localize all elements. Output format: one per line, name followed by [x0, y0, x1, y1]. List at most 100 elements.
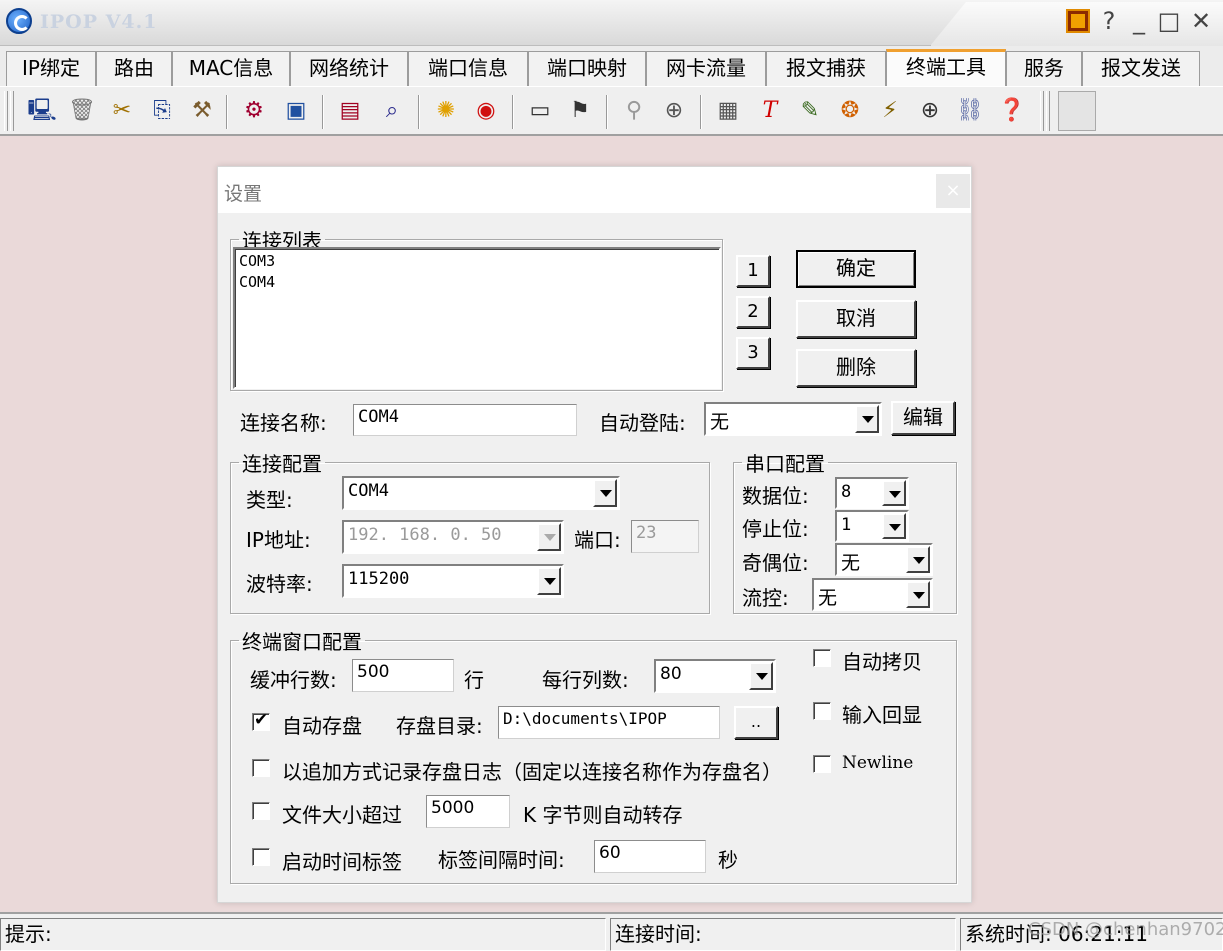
- toolbar-extra-slot[interactable]: [1058, 91, 1096, 131]
- cut-icon[interactable]: ✂: [106, 94, 138, 128]
- connection-list[interactable]: COM3 COM4: [233, 247, 721, 389]
- screen-icon[interactable]: ▣: [280, 94, 312, 128]
- edit-button[interactable]: 编辑: [891, 401, 955, 435]
- chevron-down-icon[interactable]: [537, 567, 561, 595]
- tab-port-info[interactable]: 端口信息: [408, 51, 528, 86]
- chevron-down-icon[interactable]: [882, 480, 906, 506]
- newline-label[interactable]: Newline: [842, 753, 913, 773]
- tab-packet-send[interactable]: 报文发送: [1082, 51, 1200, 86]
- list-item[interactable]: COM4: [239, 273, 275, 291]
- stamp-icon[interactable]: ❂: [834, 94, 866, 128]
- toolbar-grip[interactable]: [4, 91, 8, 131]
- chevron-down-icon[interactable]: [537, 523, 561, 551]
- auto-save-checkbox[interactable]: [252, 710, 270, 731]
- toolbar-grip[interactable]: [10, 91, 14, 131]
- chevron-down-icon[interactable]: [882, 513, 906, 539]
- tab-net-stats[interactable]: 网络统计: [290, 51, 408, 86]
- tab-nic-traffic[interactable]: 网卡流量: [646, 51, 766, 86]
- chevron-down-icon[interactable]: [906, 581, 930, 608]
- save-dir-field[interactable]: D:\documents\IPOP: [498, 706, 720, 739]
- text-tool-icon[interactable]: T: [754, 94, 786, 128]
- buffer-lines-field[interactable]: 500: [352, 659, 454, 692]
- auto-save-label[interactable]: 自动存盘: [282, 710, 362, 739]
- append-log-checkbox[interactable]: [252, 759, 270, 777]
- find-icon[interactable]: ⚙: [238, 94, 270, 128]
- slot-3-button[interactable]: 3: [736, 337, 770, 369]
- tab-ip-binding[interactable]: IP绑定: [6, 51, 96, 86]
- timestamp-checkbox[interactable]: [252, 848, 270, 866]
- help-balloon-icon[interactable]: ❓: [996, 94, 1028, 128]
- chevron-down-icon[interactable]: [855, 405, 879, 433]
- port-field[interactable]: 23: [631, 520, 699, 553]
- slot-2-button[interactable]: 2: [736, 296, 770, 328]
- chevron-down-icon[interactable]: [593, 479, 617, 507]
- zoom-icon[interactable]: ⚲: [618, 94, 650, 128]
- auto-login-select[interactable]: 无: [704, 402, 882, 436]
- new-session-icon[interactable]: 🖳: [26, 94, 58, 128]
- data-bits-value: 8: [841, 482, 852, 502]
- app-menu-icon[interactable]: [1066, 9, 1090, 33]
- dialog-close-button[interactable]: ×: [936, 174, 970, 208]
- zoom-in-icon[interactable]: ⊕: [914, 94, 946, 128]
- append-log-label[interactable]: 以追加方式记录存盘日志（固定以连接名称作为存盘名）: [282, 756, 782, 785]
- file-size-label[interactable]: 文件大小超过: [282, 799, 402, 828]
- terminal-icon[interactable]: ▭: [524, 94, 556, 128]
- input-echo-checkbox[interactable]: [813, 702, 831, 720]
- search-docs-icon[interactable]: ⌕: [376, 94, 408, 128]
- list-item[interactable]: COM3: [239, 252, 275, 270]
- print-preview-icon[interactable]: ▤: [334, 94, 366, 128]
- lightning-icon[interactable]: ⚡: [874, 94, 906, 128]
- data-bits-select[interactable]: 8: [835, 477, 909, 509]
- tab-service[interactable]: 服务: [1006, 51, 1082, 86]
- chevron-down-icon[interactable]: [749, 662, 773, 690]
- browse-button[interactable]: ..: [734, 706, 778, 739]
- tab-route[interactable]: 路由: [96, 51, 172, 86]
- maximize-button[interactable]: □: [1156, 6, 1182, 36]
- copy-icon[interactable]: ⎘: [146, 94, 178, 128]
- baud-rate-value: 115200: [348, 569, 410, 589]
- delete-button[interactable]: 删除: [796, 349, 916, 387]
- connection-name-field[interactable]: COM4: [353, 404, 577, 436]
- scissors-icon[interactable]: ✎: [794, 94, 826, 128]
- timestamp-label[interactable]: 启动时间标签: [282, 846, 402, 875]
- calendar-icon[interactable]: ▦: [712, 94, 744, 128]
- stop-bits-select[interactable]: 1: [835, 510, 909, 542]
- flow-control-select[interactable]: 无: [812, 578, 933, 611]
- ip-address-select[interactable]: 192. 168. 0. 50: [342, 520, 564, 554]
- parity-select[interactable]: 无: [835, 543, 933, 576]
- window-title: IPOP V4.1: [40, 11, 158, 33]
- tab-packet-capture[interactable]: 报文捕获: [766, 51, 886, 86]
- baud-rate-select[interactable]: 115200: [342, 564, 564, 598]
- tab-mac-info[interactable]: MAC信息: [172, 51, 290, 86]
- tab-terminal-tools[interactable]: 终端工具: [886, 49, 1006, 86]
- sun-icon[interactable]: ✺: [430, 94, 462, 128]
- toolbar-grip[interactable]: [1046, 91, 1050, 131]
- ok-button[interactable]: 确定: [796, 250, 916, 288]
- auto-copy-checkbox[interactable]: [813, 649, 831, 667]
- tab-port-mapping[interactable]: 端口映射: [528, 51, 646, 86]
- newline-checkbox[interactable]: [813, 755, 831, 773]
- wrench-icon[interactable]: ⚑: [564, 94, 596, 128]
- dialog-title-bar[interactable]: 设置 ×: [218, 167, 971, 213]
- minimize-button[interactable]: _: [1126, 6, 1152, 36]
- file-size-field[interactable]: 5000: [426, 795, 510, 828]
- trash-icon[interactable]: 🗑: [66, 94, 98, 128]
- columns-select[interactable]: 80: [654, 659, 776, 693]
- toolbar-grip[interactable]: [1040, 91, 1044, 131]
- slot-1-button[interactable]: 1: [736, 255, 770, 287]
- file-size-checkbox[interactable]: [252, 802, 270, 820]
- toolbar-separator: [226, 95, 228, 129]
- close-button[interactable]: ✕: [1188, 6, 1214, 36]
- chevron-down-icon[interactable]: [906, 546, 930, 573]
- input-echo-label[interactable]: 输入回显: [842, 699, 922, 728]
- target-icon[interactable]: ⊕: [658, 94, 690, 128]
- type-select[interactable]: COM4: [342, 476, 620, 510]
- cancel-button[interactable]: 取消: [796, 300, 916, 338]
- serial-config-legend: 串口配置: [745, 452, 825, 476]
- broom-icon[interactable]: ⚒: [186, 94, 218, 128]
- link-icon[interactable]: ⛓: [954, 94, 986, 128]
- interval-field[interactable]: 60: [594, 840, 706, 873]
- record-icon[interactable]: ◉: [470, 94, 502, 128]
- auto-copy-label[interactable]: 自动拷贝: [842, 646, 922, 675]
- help-button[interactable]: ?: [1096, 6, 1122, 36]
